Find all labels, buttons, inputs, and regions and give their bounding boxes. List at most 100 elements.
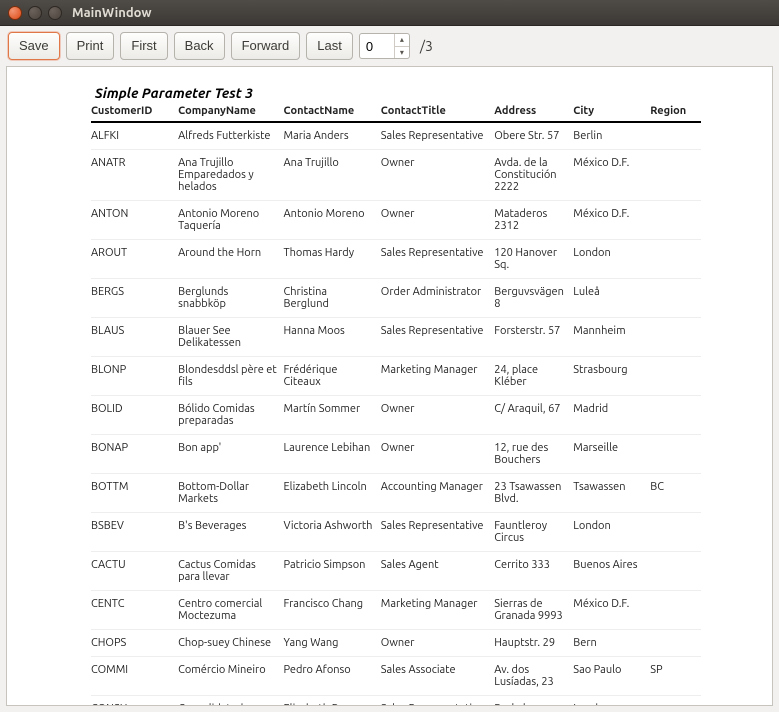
cell-title: Owner <box>381 201 494 240</box>
table-row: BERGSBerglunds snabbköpChristina Berglun… <box>91 279 701 318</box>
cell-id: BONAP <box>91 435 178 474</box>
cell-company: Bólido Comidas preparadas <box>178 396 283 435</box>
cell-city: London <box>573 513 650 552</box>
cell-company: Chop-suey Chinese <box>178 630 283 657</box>
cell-region <box>650 201 701 240</box>
col-contactname: ContactName <box>284 103 381 122</box>
spinner-down-icon[interactable]: ▾ <box>395 47 409 59</box>
cell-title: Owner <box>381 150 494 201</box>
cell-city: London <box>573 240 650 279</box>
spinner-buttons: ▴ ▾ <box>394 34 409 58</box>
cell-contact: Pedro Afonso <box>284 657 381 696</box>
cell-region <box>650 396 701 435</box>
cell-company: Ana Trujillo Emparedados y helados <box>178 150 283 201</box>
report-table: CustomerID CompanyName ContactName Conta… <box>91 103 701 706</box>
page-number-input[interactable] <box>360 34 394 58</box>
cell-company: Cactus Comidas para llevar <box>178 552 283 591</box>
cell-city: México D.F. <box>573 201 650 240</box>
table-row: BOLIDBólido Comidas preparadasMartín Som… <box>91 396 701 435</box>
report-page: Simple Parameter Test 3 CustomerID Compa… <box>91 81 701 706</box>
cell-region <box>650 591 701 630</box>
cell-addr: Cerrito 333 <box>494 552 573 591</box>
save-button[interactable]: Save <box>8 32 60 60</box>
back-page-button[interactable]: Back <box>174 32 225 60</box>
cell-company: B's Beverages <box>178 513 283 552</box>
last-page-button[interactable]: Last <box>306 32 353 60</box>
cell-city: Strasbourg <box>573 357 650 396</box>
table-row: BONAPBon app'Laurence LebihanOwner12, ru… <box>91 435 701 474</box>
col-region: Region <box>650 103 701 122</box>
cell-title: Marketing Manager <box>381 357 494 396</box>
table-row: ANATRAna Trujillo Emparedados y heladosA… <box>91 150 701 201</box>
table-row: ANTONAntonio Moreno TaqueríaAntonio More… <box>91 201 701 240</box>
cell-title: Sales Representative <box>381 513 494 552</box>
spinner-up-icon[interactable]: ▴ <box>395 34 409 47</box>
cell-addr: 12, rue des Bouchers <box>494 435 573 474</box>
page-total-label: /3 <box>416 38 433 54</box>
forward-page-button[interactable]: Forward <box>231 32 301 60</box>
cell-region <box>650 279 701 318</box>
cell-region: SP <box>650 657 701 696</box>
cell-company: Consolidated Holdings <box>178 696 283 707</box>
cell-company: Alfreds Futterkiste <box>178 122 283 150</box>
cell-city: Mannheim <box>573 318 650 357</box>
cell-contact: Hanna Moos <box>284 318 381 357</box>
cell-id: BLAUS <box>91 318 178 357</box>
cell-city: Buenos Aires <box>573 552 650 591</box>
cell-title: Owner <box>381 435 494 474</box>
cell-addr: 24, place Kléber <box>494 357 573 396</box>
table-row: BOTTMBottom-Dollar MarketsElizabeth Linc… <box>91 474 701 513</box>
cell-company: Bottom-Dollar Markets <box>178 474 283 513</box>
cell-region <box>650 435 701 474</box>
report-title: Simple Parameter Test 3 <box>95 85 701 101</box>
minimize-icon[interactable] <box>28 6 42 20</box>
table-row: ALFKIAlfreds FutterkisteMaria AndersSale… <box>91 122 701 150</box>
cell-title: Sales Representative <box>381 122 494 150</box>
cell-id: BERGS <box>91 279 178 318</box>
window-titlebar: MainWindow <box>0 0 779 26</box>
cell-contact: Victoria Ashworth <box>284 513 381 552</box>
table-row: CHOPSChop-suey ChineseYang WangOwnerHaup… <box>91 630 701 657</box>
print-button[interactable]: Print <box>66 32 115 60</box>
cell-id: CENTC <box>91 591 178 630</box>
report-viewport[interactable]: Simple Parameter Test 3 CustomerID Compa… <box>6 66 773 706</box>
table-row: BLAUSBlauer See DelikatessenHanna MoosSa… <box>91 318 701 357</box>
cell-company: Antonio Moreno Taquería <box>178 201 283 240</box>
cell-contact: Patricio Simpson <box>284 552 381 591</box>
col-contacttitle: ContactTitle <box>381 103 494 122</box>
page-number-spinner[interactable]: ▴ ▾ <box>359 33 410 59</box>
cell-title: Owner <box>381 630 494 657</box>
cell-title: Order Administrator <box>381 279 494 318</box>
table-row: BLONPBlondesddsl père et filsFrédérique … <box>91 357 701 396</box>
cell-addr: Obere Str. 57 <box>494 122 573 150</box>
cell-addr: Fauntleroy Circus <box>494 513 573 552</box>
cell-addr: C/ Araquil, 67 <box>494 396 573 435</box>
toolbar: Save Print First Back Forward Last ▴ ▾ /… <box>0 26 779 66</box>
cell-id: ANTON <box>91 201 178 240</box>
table-row: CACTUCactus Comidas para llevarPatricio … <box>91 552 701 591</box>
cell-company: Berglunds snabbköp <box>178 279 283 318</box>
cell-title: Sales Representative <box>381 696 494 707</box>
cell-addr: Av. dos Lusíadas, 23 <box>494 657 573 696</box>
cell-id: COMMI <box>91 657 178 696</box>
table-row: BSBEVB's BeveragesVictoria AshworthSales… <box>91 513 701 552</box>
first-page-button[interactable]: First <box>120 32 167 60</box>
cell-title: Marketing Manager <box>381 591 494 630</box>
cell-addr: Berkeley Gardens 12 Brewery <box>494 696 573 707</box>
cell-city: Marseille <box>573 435 650 474</box>
cell-contact: Elizabeth Lincoln <box>284 474 381 513</box>
cell-city: Bern <box>573 630 650 657</box>
maximize-icon[interactable] <box>48 6 62 20</box>
cell-contact: Laurence Lebihan <box>284 435 381 474</box>
table-row: AROUTAround the HornThomas HardySales Re… <box>91 240 701 279</box>
col-city: City <box>573 103 650 122</box>
cell-title: Accounting Manager <box>381 474 494 513</box>
cell-city: México D.F. <box>573 150 650 201</box>
close-icon[interactable] <box>8 6 22 20</box>
cell-addr: Mataderos 2312 <box>494 201 573 240</box>
table-row: CENTCCentro comercial MoctezumaFrancisco… <box>91 591 701 630</box>
cell-contact: Christina Berglund <box>284 279 381 318</box>
cell-city: México D.F. <box>573 591 650 630</box>
cell-region <box>650 630 701 657</box>
cell-title: Sales Associate <box>381 657 494 696</box>
